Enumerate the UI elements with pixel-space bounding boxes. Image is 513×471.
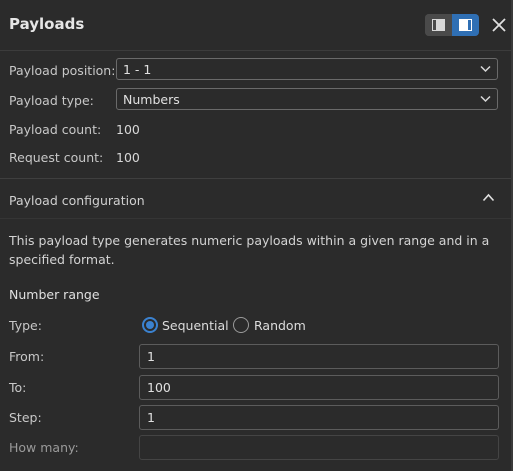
panel-title: Payloads (9, 15, 85, 33)
payload-count-label: Payload count: (9, 122, 102, 137)
number-range-heading: Number range (9, 287, 100, 302)
from-input[interactable] (139, 344, 499, 369)
random-radio-label[interactable]: Random (254, 318, 306, 333)
close-icon[interactable] (490, 16, 508, 34)
request-count-value: 100 (116, 150, 140, 165)
sequential-radio[interactable] (142, 317, 158, 333)
chevron-down-icon (480, 65, 491, 73)
step-label: Step: (9, 410, 42, 425)
random-radio[interactable] (233, 317, 249, 333)
type-label: Type: (9, 318, 42, 333)
layout-left-button[interactable] (425, 14, 452, 36)
how-many-label: How many: (9, 440, 79, 455)
section-header-divider (0, 218, 511, 219)
request-count-label: Request count: (9, 150, 104, 165)
layout-right-button[interactable] (452, 14, 479, 36)
payload-position-select[interactable]: 1 - 1 (116, 58, 498, 80)
payload-configuration-description: This payload type generates numeric payl… (9, 233, 490, 267)
payload-type-label: Payload type: (9, 93, 94, 108)
payload-count-value: 100 (116, 122, 140, 137)
payload-position-label: Payload position: (9, 63, 116, 78)
sequential-radio-label[interactable]: Sequential (162, 318, 229, 333)
to-input[interactable] (139, 375, 499, 400)
from-label: From: (9, 349, 45, 364)
layout-right-icon (459, 19, 472, 31)
how-many-input (139, 435, 499, 460)
to-label: To: (9, 380, 27, 395)
payloads-panel: Payloads Payload position: 1 - 1 Payload… (0, 0, 513, 471)
chevron-up-icon[interactable] (482, 193, 495, 202)
section-divider (0, 178, 511, 179)
payload-type-select[interactable]: Numbers (116, 88, 498, 110)
layout-left-icon (432, 19, 445, 31)
step-input[interactable] (139, 405, 499, 430)
chevron-down-icon (480, 95, 491, 103)
payload-position-value: 1 - 1 (123, 62, 152, 77)
panel-header: Payloads (0, 0, 511, 51)
payload-configuration-title[interactable]: Payload configuration (9, 193, 145, 208)
layout-toggle (425, 14, 479, 36)
payload-type-value: Numbers (123, 92, 180, 107)
